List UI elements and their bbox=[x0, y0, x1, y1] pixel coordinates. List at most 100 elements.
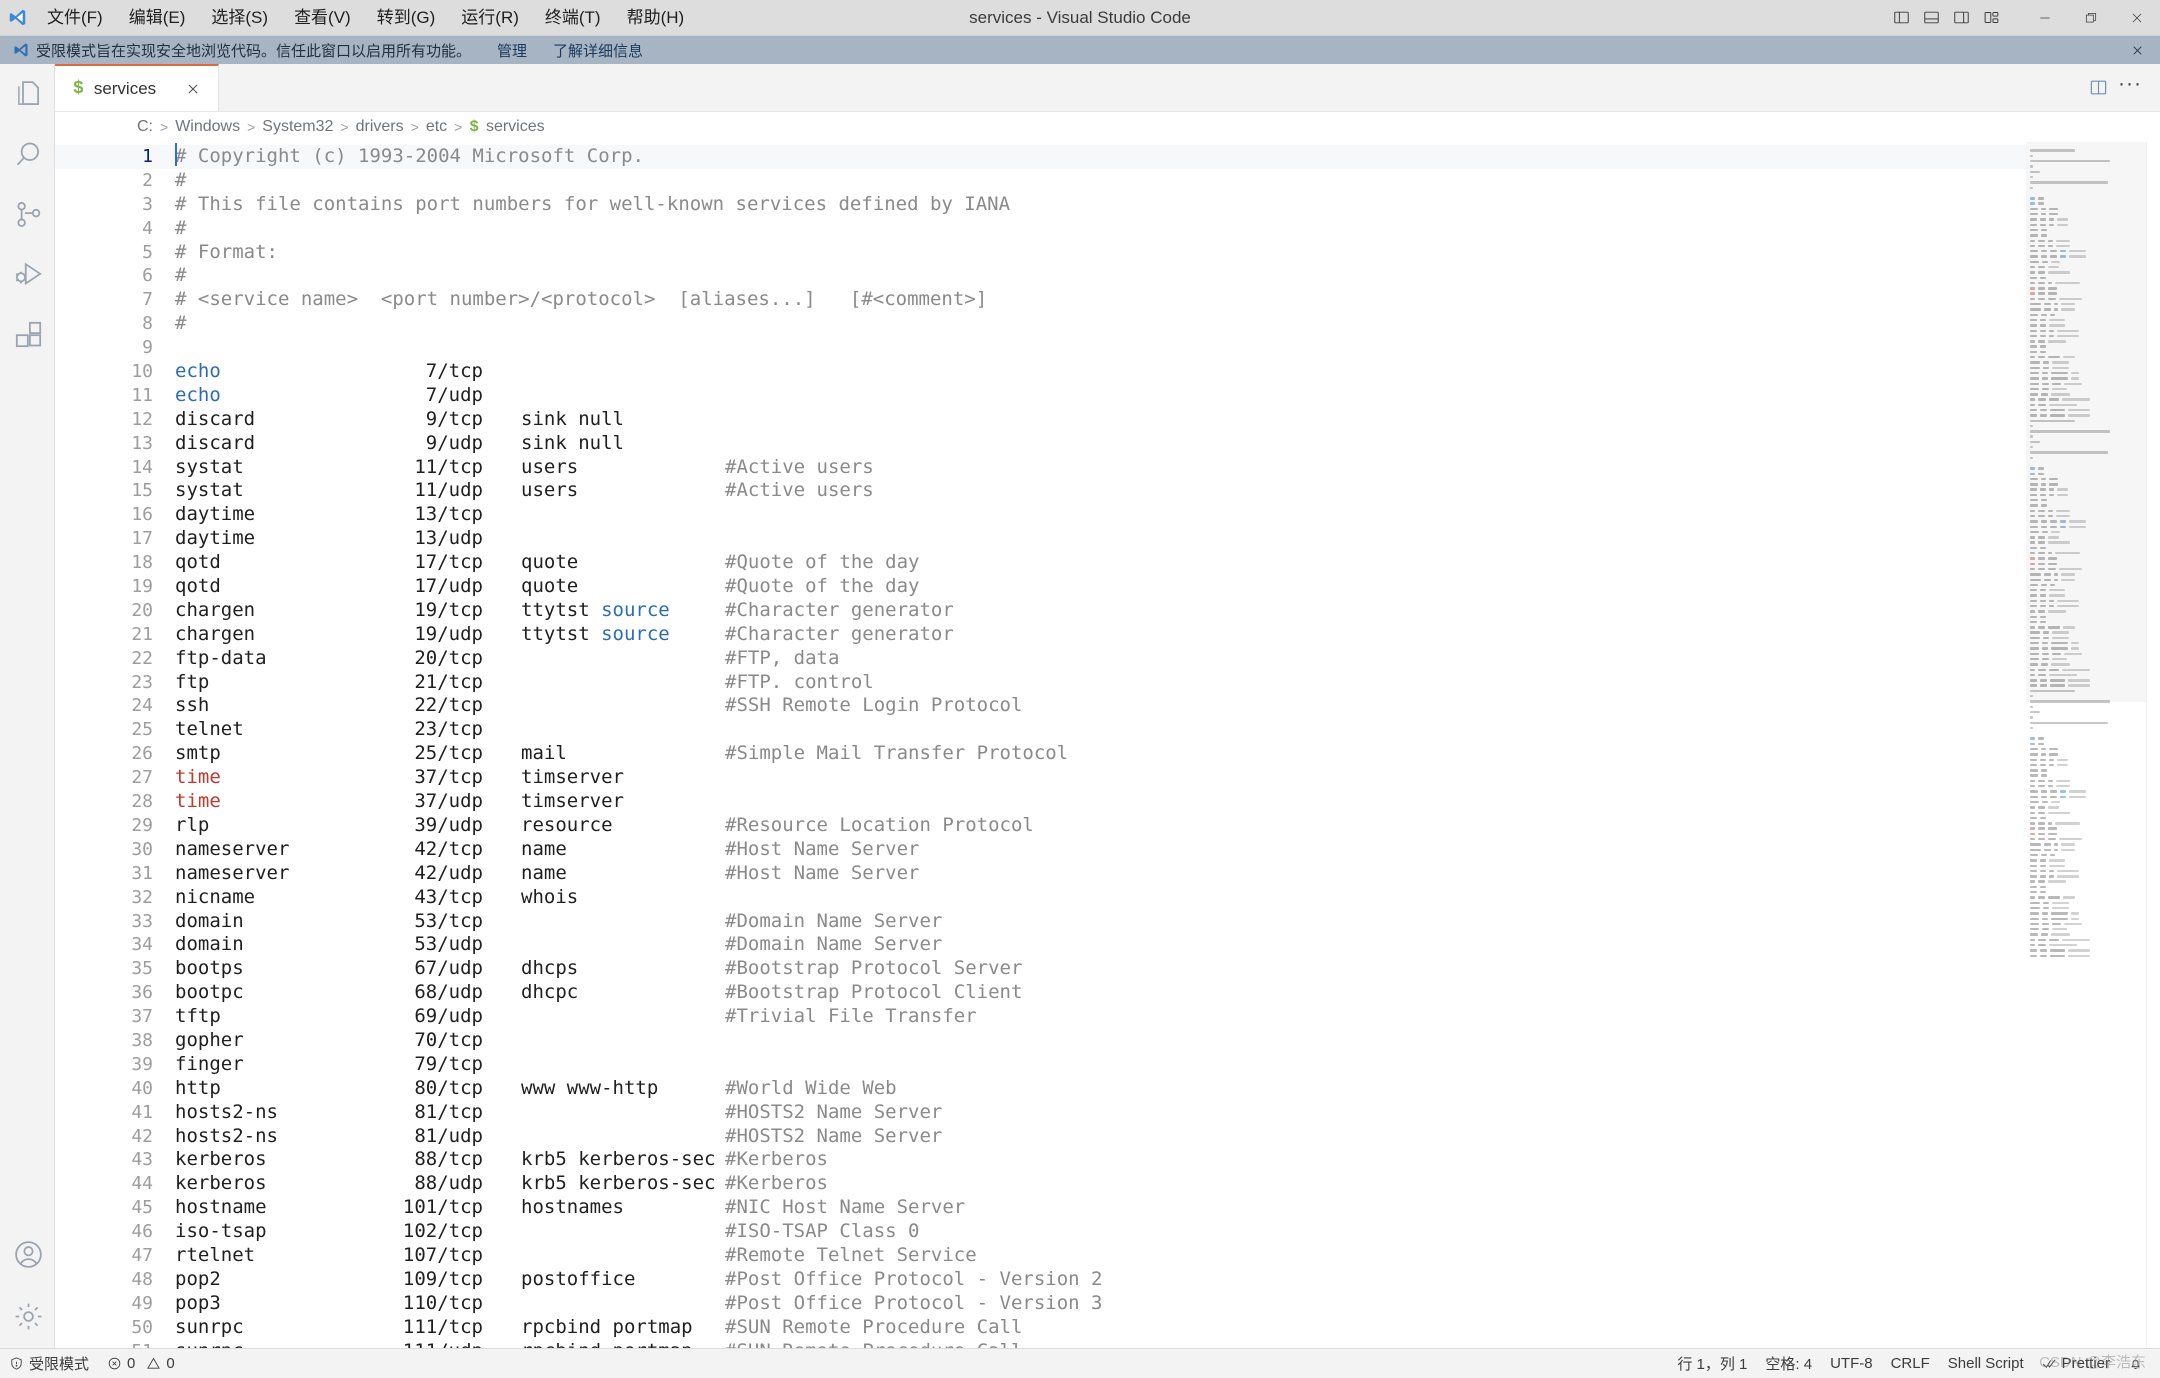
code-line[interactable]: 4 # bbox=[55, 217, 2026, 241]
code-line[interactable]: 19 qotd 17/udp quote #Quote of the day bbox=[55, 575, 2026, 599]
status-problems[interactable]: 0 0 bbox=[98, 1349, 184, 1378]
code-line[interactable]: 33 domain 53/tcp #Domain Name Server bbox=[55, 910, 2026, 934]
code-line[interactable]: 47 rtelnet 107/tcp #Remote Telnet Service bbox=[55, 1244, 2026, 1268]
code-line[interactable]: 37 tftp 69/udp #Trivial File Transfer bbox=[55, 1005, 2026, 1029]
status-language-mode[interactable]: Shell Script bbox=[1939, 1349, 2033, 1378]
code-line[interactable]: 18 qotd 17/tcp quote #Quote of the day bbox=[55, 551, 2026, 575]
activitybar-search[interactable] bbox=[0, 124, 55, 184]
activitybar-accounts[interactable] bbox=[0, 1224, 55, 1284]
menu-selection[interactable]: 选择(S) bbox=[198, 0, 281, 36]
code-line[interactable]: 42 hosts2-ns 81/udp #HOSTS2 Name Server bbox=[55, 1125, 2026, 1149]
code-line[interactable]: 1 # Copyright (c) 1993-2004 Microsoft Cor… bbox=[55, 143, 2026, 169]
toggle-secondary-sidebar-icon[interactable] bbox=[1946, 0, 1976, 36]
code-line[interactable]: 12 discard 9/tcp sink null bbox=[55, 408, 2026, 432]
restore-icon[interactable] bbox=[2068, 0, 2114, 36]
toggle-panel-icon[interactable] bbox=[1916, 0, 1946, 36]
minimap[interactable] bbox=[2026, 142, 2146, 1348]
code-line[interactable]: 3 # This file contains port numbers for w… bbox=[55, 193, 2026, 217]
breadcrumb-item-2[interactable]: System32 bbox=[262, 118, 333, 136]
code-line[interactable]: 25 telnet 23/tcp bbox=[55, 718, 2026, 742]
code-line[interactable]: 16 daytime 13/tcp bbox=[55, 503, 2026, 527]
menu-view[interactable]: 查看(V) bbox=[281, 0, 364, 36]
menu-help[interactable]: 帮助(H) bbox=[614, 0, 698, 36]
breadcrumb-file[interactable]: services bbox=[486, 118, 545, 136]
code-line[interactable]: 48 pop2 109/tcp postoffice #Post Office Pro… bbox=[55, 1268, 2026, 1292]
code-line[interactable]: 50 sunrpc 111/tcp rpcbind portmap #SUN Remo… bbox=[55, 1316, 2026, 1340]
code-line[interactable]: 22 ftp-data 20/tcp #FTP, data bbox=[55, 647, 2026, 671]
status-indentation[interactable]: 空格: 4 bbox=[1756, 1349, 1821, 1378]
code-line[interactable]: 44 kerberos 88/udp krb5 kerberos-sec #Kerbe… bbox=[55, 1172, 2026, 1196]
more-actions-icon[interactable]: ··· bbox=[2114, 72, 2146, 104]
breadcrumb-item-4[interactable]: etc bbox=[426, 118, 447, 136]
banner-learn-more-link[interactable]: 了解详细信息 bbox=[553, 40, 643, 61]
customize-layout-icon[interactable] bbox=[1976, 0, 2006, 36]
activitybar-extensions[interactable] bbox=[0, 304, 55, 364]
code-line[interactable]: 7 # <service name> <port number>/<protoco… bbox=[55, 288, 2026, 312]
code-line[interactable]: 32 nicname 43/tcp whois bbox=[55, 886, 2026, 910]
code-line[interactable]: 24 ssh 22/tcp #SSH Remote Login Protocol bbox=[55, 694, 2026, 718]
split-editor-icon[interactable] bbox=[2082, 72, 2114, 104]
toggle-primary-sidebar-icon[interactable] bbox=[1886, 0, 1916, 36]
code-line[interactable]: 26 smtp 25/tcp mail #Simple Mail Transfer P… bbox=[55, 742, 2026, 766]
status-prettier[interactable]: Prettier bbox=[2033, 1349, 2119, 1378]
activitybar-run-debug[interactable] bbox=[0, 244, 55, 304]
code-line[interactable]: 8 # bbox=[55, 312, 2026, 336]
code-editor[interactable]: 1 # Copyright (c) 1993-2004 Microsoft Cor… bbox=[55, 142, 2160, 1348]
code-line[interactable]: 23 ftp 21/tcp #FTP. control bbox=[55, 671, 2026, 695]
code-line[interactable]: 30 nameserver 42/tcp name #Host Name Server bbox=[55, 838, 2026, 862]
activitybar-manage[interactable] bbox=[0, 1284, 55, 1348]
activitybar-scm[interactable] bbox=[0, 184, 55, 244]
menu-go[interactable]: 转到(G) bbox=[364, 0, 449, 36]
status-eol[interactable]: CRLF bbox=[1882, 1349, 1939, 1378]
code-line[interactable]: 41 hosts2-ns 81/tcp #HOSTS2 Name Server bbox=[55, 1101, 2026, 1125]
breadcrumb-item-1[interactable]: Windows bbox=[175, 118, 240, 136]
breadcrumb-item-0[interactable]: C: bbox=[137, 118, 153, 136]
overview-ruler[interactable] bbox=[2146, 142, 2160, 1348]
code-line[interactable]: 51sunrpc111/udp rpcbind portmap #SUN Remo… bbox=[55, 1340, 2026, 1348]
menu-file[interactable]: 文件(F) bbox=[34, 0, 116, 36]
minimize-icon[interactable] bbox=[2022, 0, 2068, 36]
code-line[interactable]: 43 kerberos 88/tcp krb5 kerberos-sec #Kerbe… bbox=[55, 1148, 2026, 1172]
code-line[interactable]: 39 finger 79/tcp bbox=[55, 1053, 2026, 1077]
tab-close-icon[interactable] bbox=[182, 78, 204, 100]
code-line[interactable]: 46 iso-tsap 102/tcp #ISO-TSAP Class 0 bbox=[55, 1220, 2026, 1244]
code-line[interactable]: 2 # bbox=[55, 169, 2026, 193]
code-line[interactable]: 21 chargen 19/udp ttytst source #Character … bbox=[55, 623, 2026, 647]
code-line[interactable]: 10 echo 7/tcp bbox=[55, 360, 2026, 384]
menu-terminal[interactable]: 终端(T) bbox=[532, 0, 614, 36]
status-notifications[interactable] bbox=[2119, 1349, 2152, 1378]
code-line[interactable]: 38 gopher 70/tcp bbox=[55, 1029, 2026, 1053]
activitybar-explorer[interactable] bbox=[0, 64, 55, 124]
code-line[interactable]: 31 nameserver 42/udp name #Host Name Server bbox=[55, 862, 2026, 886]
code-line[interactable]: 28 time 37/udp timserver bbox=[55, 790, 2026, 814]
code-line[interactable]: 15 systat 11/udp users #Active users bbox=[55, 479, 2026, 503]
code-line[interactable]: 6 # bbox=[55, 264, 2026, 288]
breadcrumb-item-3[interactable]: drivers bbox=[356, 118, 404, 136]
menu-edit[interactable]: 编辑(E) bbox=[116, 0, 199, 36]
code-line[interactable]: 35 bootps 67/udp dhcps #Bootstrap Protocol … bbox=[55, 957, 2026, 981]
code-line[interactable]: 5 # Format: bbox=[55, 241, 2026, 265]
code-line[interactable]: 13 discard 9/udp sink null bbox=[55, 432, 2026, 456]
code-line[interactable]: 34 domain 53/udp #Domain Name Server bbox=[55, 933, 2026, 957]
tab-services[interactable]: $ services bbox=[55, 64, 220, 111]
code-line[interactable]: 20 chargen 19/tcp ttytst source #Character … bbox=[55, 599, 2026, 623]
code-line[interactable]: 45 hostname 101/tcp hostnames #NIC Host Nam… bbox=[55, 1196, 2026, 1220]
banner-close-icon[interactable] bbox=[2126, 36, 2148, 64]
code-line[interactable]: 49 pop3 110/tcp #Post Office Protocol - Ve… bbox=[55, 1292, 2026, 1316]
status-line-column[interactable]: 行 1，列 1 bbox=[1668, 1349, 1756, 1378]
status-restricted-mode[interactable]: 受限模式 bbox=[0, 1349, 98, 1378]
minimap-slider[interactable] bbox=[2026, 142, 2146, 702]
banner-manage-link[interactable]: 管理 bbox=[497, 40, 527, 61]
code-line[interactable]: 29 rlp 39/udp resource #Resource Location P… bbox=[55, 814, 2026, 838]
code-lines[interactable]: 1 # Copyright (c) 1993-2004 Microsoft Cor… bbox=[55, 142, 2026, 1348]
code-line[interactable]: 14 systat 11/tcp users #Active users bbox=[55, 456, 2026, 480]
code-line[interactable]: 27 time 37/tcp timserver bbox=[55, 766, 2026, 790]
code-line[interactable]: 9 bbox=[55, 336, 2026, 360]
code-line[interactable]: 40 http 80/tcp www www-http #World Wide Web bbox=[55, 1077, 2026, 1101]
code-line[interactable]: 11 echo 7/udp bbox=[55, 384, 2026, 408]
close-icon[interactable] bbox=[2114, 0, 2160, 36]
code-line[interactable]: 17 daytime 13/udp bbox=[55, 527, 2026, 551]
status-encoding[interactable]: UTF-8 bbox=[1821, 1349, 1882, 1378]
menu-run[interactable]: 运行(R) bbox=[448, 0, 532, 36]
code-line[interactable]: 36 bootpc 68/udp dhcpc #Bootstrap Protocol … bbox=[55, 981, 2026, 1005]
